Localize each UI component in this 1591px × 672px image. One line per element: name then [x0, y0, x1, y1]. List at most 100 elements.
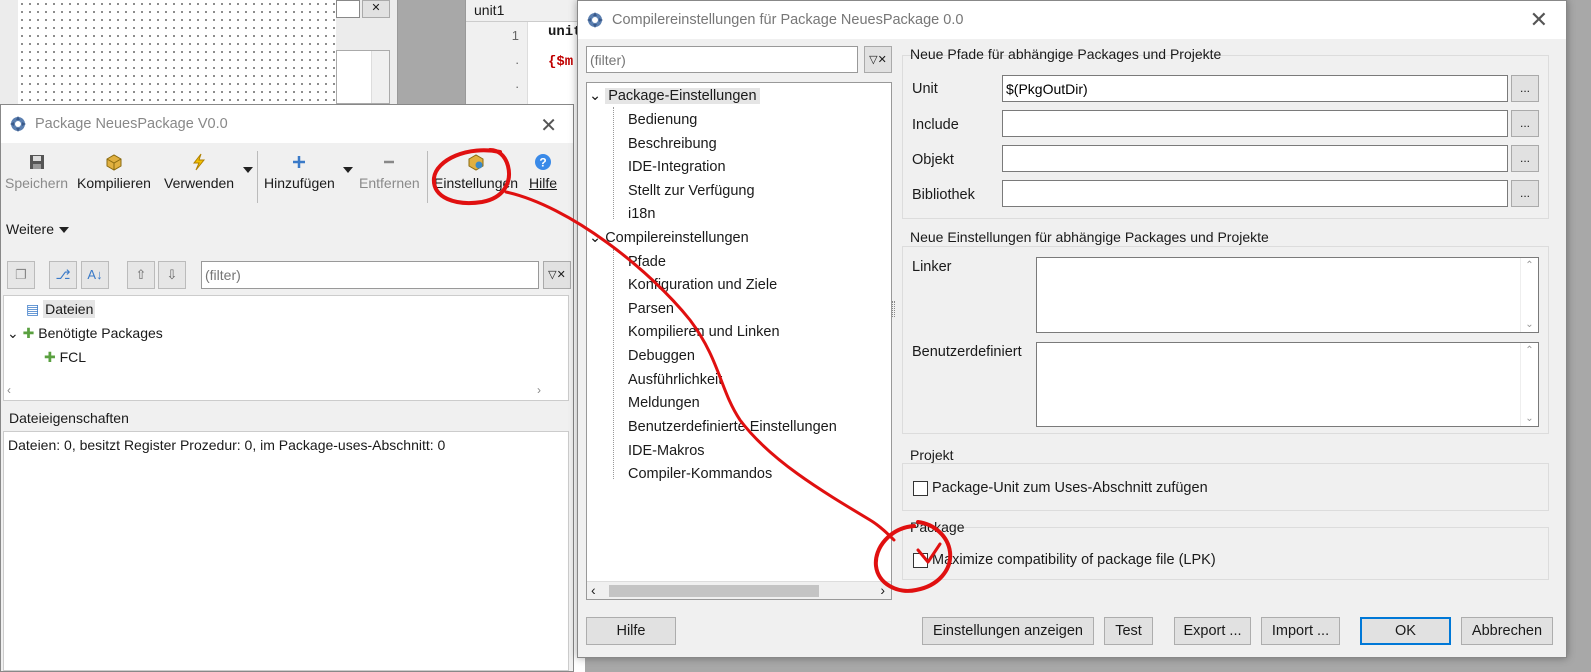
- unit-path-input[interactable]: [1002, 75, 1508, 102]
- close-icon[interactable]: ✕: [540, 113, 557, 138]
- chevron-down-icon[interactable]: ⌄: [7, 325, 19, 341]
- save-button[interactable]: Speichern: [5, 153, 68, 191]
- object-label: Objekt: [912, 152, 954, 168]
- compile-label: Kompilieren: [77, 175, 151, 191]
- export-button[interactable]: Export ...: [1174, 617, 1251, 645]
- close-icon[interactable]: ✕: [1530, 7, 1548, 33]
- custom-memo[interactable]: ⌃ ⌄: [1036, 342, 1539, 427]
- required-packages-label: Benötigte Packages: [38, 325, 163, 341]
- tree-node-package-settings[interactable]: ⌄ Package-Einstellungen: [589, 85, 760, 107]
- tree-node-compiler-settings[interactable]: ⌄ Compilereinstellungen: [589, 227, 749, 249]
- linker-memo[interactable]: ⌃ ⌄: [1036, 257, 1539, 333]
- library-path-input[interactable]: [1002, 180, 1508, 207]
- max-compat-checkbox[interactable]: [913, 553, 928, 568]
- tree-horizontal-scrollbar[interactable]: ‹ ›: [587, 581, 891, 599]
- filter-clear-icon[interactable]: ✕: [362, 0, 390, 18]
- tree-node-provides[interactable]: Stellt zur Verfügung: [628, 180, 755, 202]
- help-button[interactable]: Hilfe: [586, 617, 676, 645]
- options-tree[interactable]: ⌄ Package-Einstellungen Bedienung Beschr…: [586, 82, 892, 600]
- tree-node-compile-link[interactable]: Kompilieren und Linken: [628, 321, 780, 343]
- tree-connector: [613, 107, 614, 219]
- designer-list[interactable]: [336, 50, 390, 104]
- designer-grid[interactable]: [18, 0, 336, 104]
- chevron-down-icon[interactable]: ⌄: [1521, 413, 1538, 424]
- chevron-left-icon[interactable]: ‹: [591, 582, 596, 598]
- tree-node-custom-options[interactable]: Benutzerdefinierte Einstellungen: [628, 416, 837, 438]
- add-unit-label[interactable]: Package-Unit zum Uses-Abschnitt zufügen: [932, 480, 1208, 496]
- tree-node-debugging[interactable]: Debuggen: [628, 345, 695, 367]
- include-browse-button[interactable]: ...: [1511, 110, 1539, 137]
- move-down-button[interactable]: ⇩: [158, 261, 186, 289]
- memo-scrollbar[interactable]: ⌃ ⌄: [1520, 343, 1538, 426]
- object-browse-button[interactable]: ...: [1511, 145, 1539, 172]
- chevron-up-icon[interactable]: ⌃: [1521, 345, 1538, 356]
- toolbar-separator: [427, 151, 428, 203]
- max-compat-label[interactable]: Maximize compatibility of package file (…: [932, 552, 1216, 568]
- tree-item-fcl[interactable]: ✚ FCL: [44, 346, 86, 368]
- chevron-left-icon[interactable]: ‹: [7, 383, 11, 397]
- memo-scrollbar[interactable]: ⌃ ⌄: [1520, 258, 1538, 332]
- tree-node-config-targets[interactable]: Konfiguration und Ziele: [628, 274, 777, 296]
- chevron-right-icon[interactable]: ›: [537, 383, 541, 397]
- chevron-down-icon[interactable]: [343, 167, 353, 173]
- tree-view-button[interactable]: ⎇: [49, 261, 77, 289]
- chevron-right-icon[interactable]: ›: [880, 582, 885, 598]
- line-number: 1: [511, 28, 519, 43]
- add-unit-checkbox[interactable]: [913, 481, 928, 496]
- more-menu[interactable]: Weitere: [6, 221, 69, 237]
- options-button[interactable]: Einstellungen: [434, 153, 518, 191]
- tree-node-i18n[interactable]: i18n: [628, 203, 655, 225]
- filter-clear-icon[interactable]: ▽✕: [864, 46, 892, 73]
- more-label: Weitere: [6, 221, 54, 237]
- filter-clear-icon[interactable]: ▽✕: [543, 261, 571, 289]
- tree-node-compiler-commands[interactable]: Compiler-Kommandos: [628, 463, 772, 485]
- move-up-button[interactable]: ⇧: [127, 261, 155, 289]
- tree-node-ide-integration[interactable]: IDE-Integration: [628, 156, 726, 178]
- dialog-titlebar[interactable]: Compilereinstellungen für Package NeuesP…: [578, 1, 1566, 39]
- scrollbar-thumb[interactable]: [609, 585, 819, 597]
- package-window-titlebar[interactable]: Package NeuesPackage V0.0 ✕: [1, 105, 573, 143]
- ok-button[interactable]: OK: [1360, 617, 1451, 645]
- sort-az-button[interactable]: A↓: [81, 261, 109, 289]
- tree-node-ide-macros[interactable]: IDE-Makros: [628, 440, 705, 462]
- plus-icon: [293, 156, 306, 168]
- object-path-input[interactable]: [1002, 145, 1508, 172]
- splitter-handle[interactable]: [892, 301, 895, 317]
- chevron-down-icon[interactable]: ⌄: [589, 230, 601, 246]
- unit-browse-button[interactable]: ...: [1511, 75, 1539, 102]
- tree-node-parsing[interactable]: Parsen: [628, 298, 674, 320]
- form-designer[interactable]: ✕: [0, 0, 398, 104]
- show-options-button[interactable]: Einstellungen anzeigen: [922, 617, 1094, 645]
- tree-item-files[interactable]: ▤ Dateien: [26, 298, 96, 320]
- list-scrollbar[interactable]: [371, 51, 389, 103]
- remove-button[interactable]: Entfernen: [359, 153, 420, 191]
- test-button[interactable]: Test: [1104, 617, 1153, 645]
- tree-node-verbosity[interactable]: Ausführlichkeit: [628, 369, 722, 391]
- cancel-button[interactable]: Abbrechen: [1461, 617, 1553, 645]
- package-window: Package NeuesPackage V0.0 ✕ Speichern Ko…: [0, 104, 574, 672]
- chevron-down-icon[interactable]: [243, 167, 253, 173]
- options-label: Einstellungen: [434, 175, 519, 191]
- use-button[interactable]: Verwenden: [164, 153, 234, 191]
- tree-node-messages[interactable]: Meldungen: [628, 392, 700, 414]
- chevron-down-icon[interactable]: ⌄: [1521, 319, 1538, 330]
- open-file-button[interactable]: ❐: [7, 261, 35, 289]
- designer-combo[interactable]: [336, 0, 360, 18]
- tree-node-paths[interactable]: Pfade: [628, 251, 666, 273]
- tree-item-required-packages[interactable]: ⌄ ✚ Benötigte Packages: [7, 322, 163, 344]
- import-button[interactable]: Import ...: [1261, 617, 1340, 645]
- tree-node-bedienung[interactable]: Bedienung: [628, 109, 697, 131]
- options-filter-input[interactable]: [586, 46, 858, 73]
- include-path-input[interactable]: [1002, 110, 1508, 137]
- tree-node-beschreibung[interactable]: Beschreibung: [628, 133, 717, 155]
- add-button[interactable]: Hinzufügen: [264, 153, 335, 191]
- chevron-down-icon[interactable]: ⌄: [589, 88, 601, 104]
- editor-tab[interactable]: unit1: [466, 0, 585, 22]
- chevron-up-icon[interactable]: ⌃: [1521, 260, 1538, 271]
- help-button[interactable]: ? Hilfe: [529, 153, 557, 191]
- compile-button[interactable]: Kompilieren: [77, 153, 151, 191]
- properties-panel: Dateien: 0, besitzt Register Prozedur: 0…: [3, 431, 569, 671]
- filter-input[interactable]: [201, 261, 539, 289]
- library-browse-button[interactable]: ...: [1511, 180, 1539, 207]
- tree-horizontal-scrollbar[interactable]: ‹ ›: [3, 383, 553, 399]
